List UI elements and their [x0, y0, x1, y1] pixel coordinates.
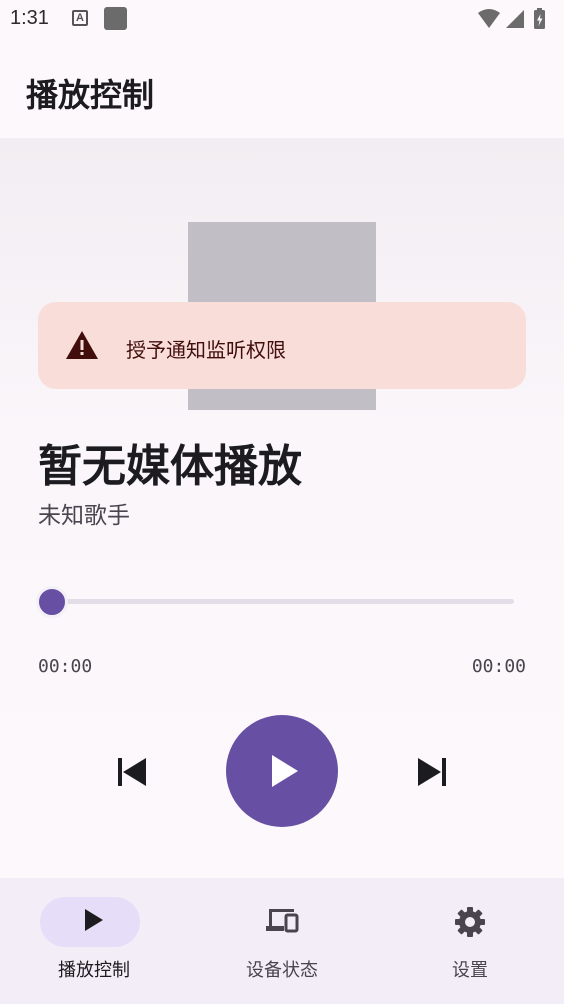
app-bar: 播放控制 — [0, 38, 564, 138]
seek-bar-thumb[interactable] — [36, 586, 68, 618]
nav-item-playback[interactable]: 播放控制 — [0, 878, 188, 1004]
devices-icon — [188, 906, 376, 936]
keyboard-a-icon: A — [72, 10, 88, 26]
next-button[interactable] — [406, 746, 458, 798]
gear-icon — [376, 906, 564, 938]
skip-previous-icon — [118, 758, 146, 786]
status-bar: 1:31 A — [0, 0, 564, 38]
warning-icon — [64, 329, 100, 365]
nav-item-device-status[interactable]: 设备状态 — [188, 878, 376, 1004]
seek-bar-track[interactable] — [52, 599, 514, 604]
current-time: 00:00 — [38, 656, 93, 677]
signal-icon — [506, 10, 524, 28]
battery-icon — [534, 8, 545, 29]
permission-banner[interactable]: 授予通知监听权限 — [38, 302, 526, 389]
bottom-navigation: 播放控制 设备状态 设置 — [0, 878, 564, 1004]
app-square-icon — [104, 7, 127, 30]
play-icon — [0, 906, 188, 934]
status-indicators — [476, 7, 552, 31]
track-title: 暂无媒体播放 — [38, 441, 302, 492]
total-time: 00:00 — [471, 656, 526, 677]
player-panel: 授予通知监听权限 暂无媒体播放 未知歌手 00:00 00:00 — [0, 138, 564, 878]
nav-item-settings[interactable]: 设置 — [376, 878, 564, 1004]
skip-next-icon — [418, 758, 446, 786]
play-button[interactable] — [226, 715, 338, 827]
permission-banner-text: 授予通知监听权限 — [126, 338, 286, 362]
page-title: 播放控制 — [26, 76, 155, 114]
nav-label-device-status: 设备状态 — [246, 960, 318, 981]
nav-label-settings: 设置 — [452, 960, 488, 981]
nav-label-playback: 播放控制 — [58, 960, 130, 981]
play-icon — [272, 755, 298, 787]
track-artist: 未知歌手 — [38, 503, 130, 529]
wifi-icon — [478, 9, 500, 28]
previous-button[interactable] — [106, 746, 158, 798]
status-time: 1:31 — [10, 7, 49, 29]
